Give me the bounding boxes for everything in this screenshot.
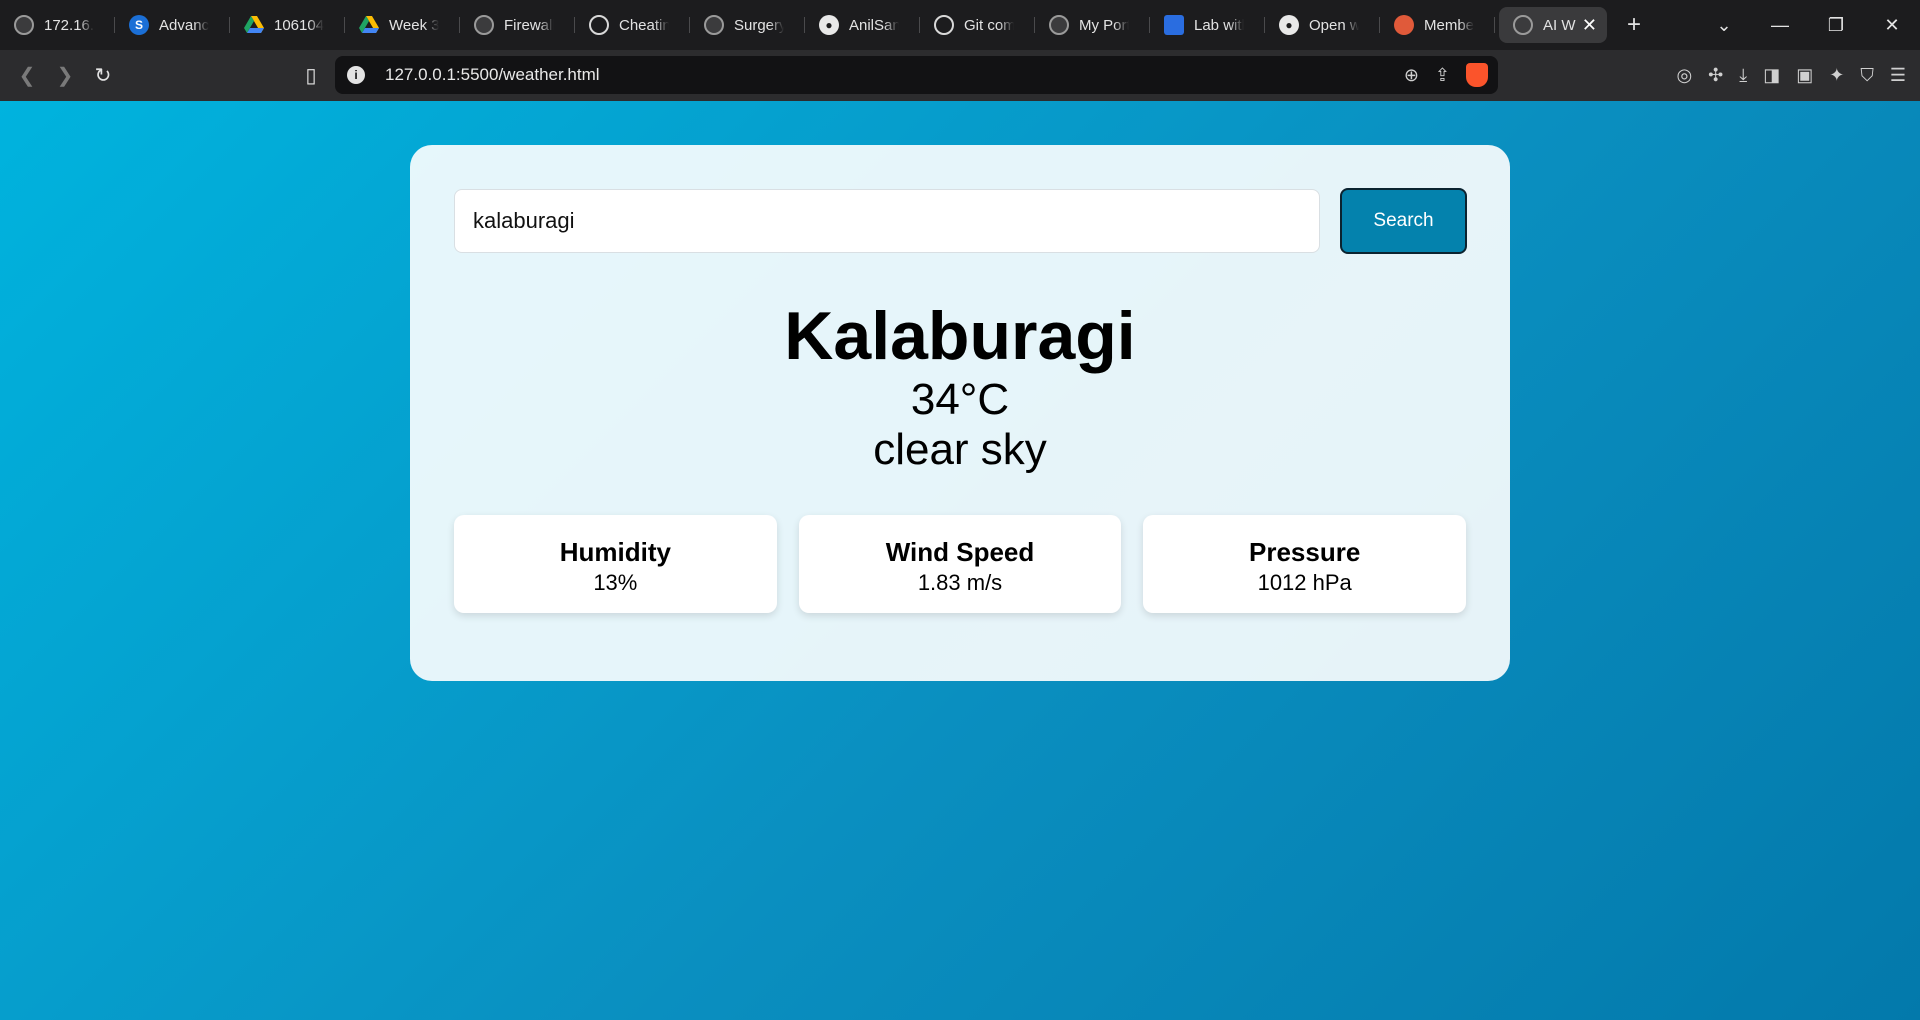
close-tab-icon[interactable]: ✕: [1582, 15, 1597, 36]
tab[interactable]: Week 3: [345, 7, 460, 43]
stat-value: 13%: [593, 570, 638, 595]
site-info-icon[interactable]: i: [347, 66, 365, 84]
tab[interactable]: My Port: [1035, 7, 1150, 43]
google-drive-icon: [244, 15, 264, 35]
tab-title: Firewall: [504, 16, 554, 34]
address-bar[interactable]: i 127.0.0.1:5500/weather.html ⊕ ⇪: [335, 56, 1498, 94]
s-logo-icon: S: [129, 15, 149, 35]
brave-shields-icon[interactable]: [1466, 63, 1488, 87]
download-icon[interactable]: ⤓: [1739, 65, 1747, 86]
tab[interactable]: Git com: [920, 7, 1035, 43]
tab-title: Member: [1424, 16, 1474, 34]
chatgpt-icon: [589, 15, 609, 35]
tab[interactable]: ● Open w: [1265, 7, 1380, 43]
city-search-input[interactable]: [454, 189, 1320, 253]
tab-title: 1061041: [274, 16, 324, 34]
lab-icon: [1164, 15, 1184, 35]
github-icon: ●: [1279, 15, 1299, 35]
tab-list: 172.16.0 S Advance 1061041 Week 3 Firewall Che…: [0, 0, 1495, 50]
toolbar-right-icons: ◎ ✣ ⤓ ◨ ▣ ✦ ⛉ ☰: [1676, 65, 1906, 86]
globe-icon: [1513, 15, 1533, 35]
forward-icon[interactable]: ❯: [46, 63, 84, 88]
weather-card: Search Kalaburagi 34°C clear sky Humidit…: [410, 145, 1510, 681]
wallet-icon[interactable]: ▣: [1796, 65, 1813, 86]
bookmark-icon[interactable]: ▯: [292, 63, 330, 88]
zoom-icon[interactable]: ⊕: [1404, 65, 1419, 86]
tab-title: Week 3: [389, 16, 439, 34]
browser-tab-strip: 172.16.0 S Advance 1061041 Week 3 Firewall Che…: [0, 0, 1920, 50]
tab-title: Lab with: [1194, 16, 1244, 34]
member-icon: [1394, 15, 1414, 35]
tab[interactable]: ● AnilSan: [805, 7, 920, 43]
extensions-icon[interactable]: ✣: [1708, 65, 1723, 86]
restore-icon[interactable]: ❐: [1808, 15, 1864, 36]
tab[interactable]: S Advance: [115, 7, 230, 43]
wind-speed-stat: Wind Speed 1.83 m/s: [798, 515, 1122, 613]
shield-icon[interactable]: ⛉: [1860, 65, 1874, 86]
reload-icon[interactable]: ↻: [84, 63, 122, 88]
weather-description: clear sky: [873, 425, 1047, 474]
tab-title: Surgery: [734, 16, 784, 34]
sidebar-icon[interactable]: ◨: [1763, 65, 1780, 86]
stat-label: Pressure: [1249, 537, 1361, 567]
tab-title: Cheatin: [619, 16, 669, 34]
tab-title: Advance: [159, 16, 209, 34]
tab[interactable]: Firewall: [460, 7, 575, 43]
vpn-icon[interactable]: ◎: [1676, 65, 1692, 86]
globe-icon: [1049, 15, 1069, 35]
tab-title: My Port: [1079, 16, 1129, 34]
tab-title: Open w: [1309, 16, 1359, 34]
browser-toolbar: ❮ ❯ ↻ ▯ i 127.0.0.1:5500/weather.html ⊕ …: [0, 50, 1920, 101]
page-viewport: Search Kalaburagi 34°C clear sky Humidit…: [0, 101, 1920, 1020]
tab-search-chevron-icon[interactable]: ⌄: [1696, 15, 1752, 36]
tab-title: Git com: [964, 16, 1014, 34]
tab-active[interactable]: AI W ✕: [1499, 7, 1607, 43]
humidity-stat: Humidity 13%: [454, 515, 777, 613]
github-icon: ●: [819, 15, 839, 35]
close-window-icon[interactable]: ✕: [1864, 15, 1920, 36]
menu-icon[interactable]: ☰: [1890, 65, 1906, 86]
tab[interactable]: Lab with: [1150, 7, 1265, 43]
back-icon[interactable]: ❮: [8, 63, 46, 88]
globe-icon: [14, 15, 34, 35]
globe-icon: [704, 15, 724, 35]
google-drive-icon: [359, 15, 379, 35]
pressure-stat: Pressure 1012 hPa: [1143, 515, 1467, 613]
tab-title: 172.16.0: [44, 16, 94, 34]
city-name: Kalaburagi: [784, 298, 1136, 374]
stat-value: 1012 hPa: [1257, 570, 1352, 595]
tab[interactable]: Surgery: [690, 7, 805, 43]
tab[interactable]: Cheatin: [575, 7, 690, 43]
tab[interactable]: 172.16.0: [0, 7, 115, 43]
share-icon[interactable]: ⇪: [1435, 65, 1450, 86]
stat-label: Wind Speed: [885, 537, 1035, 567]
globe-icon: [474, 15, 494, 35]
minimize-icon[interactable]: —: [1752, 15, 1808, 36]
tab-title: AnilSan: [849, 16, 899, 34]
url-text[interactable]: 127.0.0.1:5500/weather.html: [385, 65, 600, 85]
chatgpt-icon: [934, 15, 954, 35]
temperature: 34°C: [910, 375, 1010, 424]
new-tab-icon[interactable]: +: [1627, 11, 1641, 39]
leo-ai-icon[interactable]: ✦: [1829, 65, 1844, 86]
stat-label: Humidity: [559, 537, 671, 567]
tab[interactable]: Member: [1380, 7, 1495, 43]
stat-value: 1.83 m/s: [917, 570, 1003, 595]
tab[interactable]: 1061041: [230, 7, 345, 43]
window-controls: ⌄ — ❐ ✕: [1696, 0, 1920, 50]
search-button[interactable]: Search: [1340, 188, 1467, 254]
weather-stats: Humidity 13% Wind Speed 1.83 m/s Pressur…: [454, 515, 1467, 613]
